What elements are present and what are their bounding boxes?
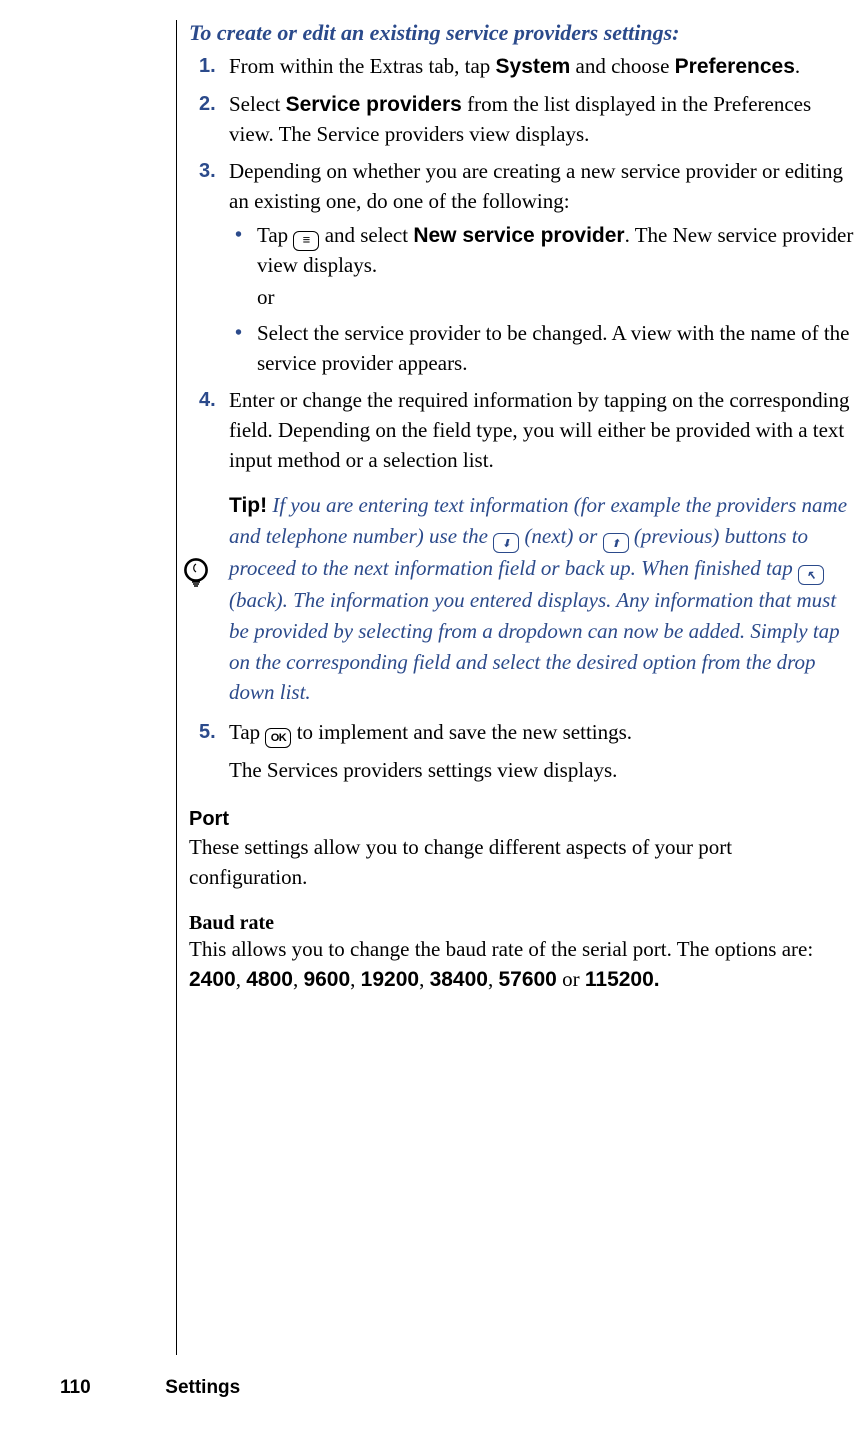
baud-value: 2400 [189, 968, 236, 991]
manual-page: To create or edit an existing service pr… [0, 0, 859, 1439]
margin-gutter [90, 0, 160, 1439]
baud-value: 38400 [430, 968, 488, 991]
step-item: Tap OK to implement and save the new set… [189, 718, 854, 748]
next-arrow-icon [493, 533, 519, 553]
bold-term: Service providers [286, 93, 462, 116]
bold-term: Preferences [675, 55, 795, 78]
tip-label: Tip! [229, 494, 267, 517]
page-number: 110 [60, 1377, 160, 1399]
tip-body: If you are entering text information (fo… [229, 493, 847, 705]
baud-value: 57600 [498, 968, 556, 991]
ok-icon: OK [265, 728, 291, 748]
baud-value: 9600 [303, 968, 350, 991]
port-body: These settings allow you to change diffe… [189, 833, 854, 893]
step-item: Depending on whether you are creating a … [189, 157, 854, 378]
step-list: From within the Extras tab, tap System a… [189, 52, 854, 786]
bullet-list: Tap and select New service provider. The… [229, 221, 854, 378]
bold-term: System [496, 55, 571, 78]
back-arrow-icon [798, 565, 824, 585]
tip-block: Tip! If you are entering text informatio… [229, 490, 854, 708]
content-column: To create or edit an existing service pr… [176, 20, 854, 1355]
menu-icon [293, 231, 319, 251]
step-item: Enter or change the required information… [189, 386, 854, 475]
step-item: From within the Extras tab, tap System a… [189, 52, 854, 82]
prev-arrow-icon [603, 533, 629, 553]
port-heading: Port [189, 808, 854, 831]
baud-heading: Baud rate [189, 912, 854, 935]
or-separator: or [257, 283, 854, 313]
baud-value: 4800 [246, 968, 293, 991]
bullet-item: Select the service provider to be change… [229, 319, 854, 379]
footer-section: Settings [165, 1377, 240, 1398]
step-item: Select Service providers from the list d… [189, 90, 854, 150]
step-result: The Services providers settings view dis… [229, 756, 854, 786]
baud-value: 115200. [585, 968, 660, 991]
page-footer: 110 Settings [60, 1377, 820, 1399]
bold-term: New service provider [413, 224, 624, 247]
baud-body: This allows you to change the baud rate … [189, 935, 854, 995]
baud-value: 19200 [361, 968, 419, 991]
procedure-title: To create or edit an existing service pr… [189, 20, 854, 46]
bullet-item: Tap and select New service provider. The… [229, 221, 854, 313]
